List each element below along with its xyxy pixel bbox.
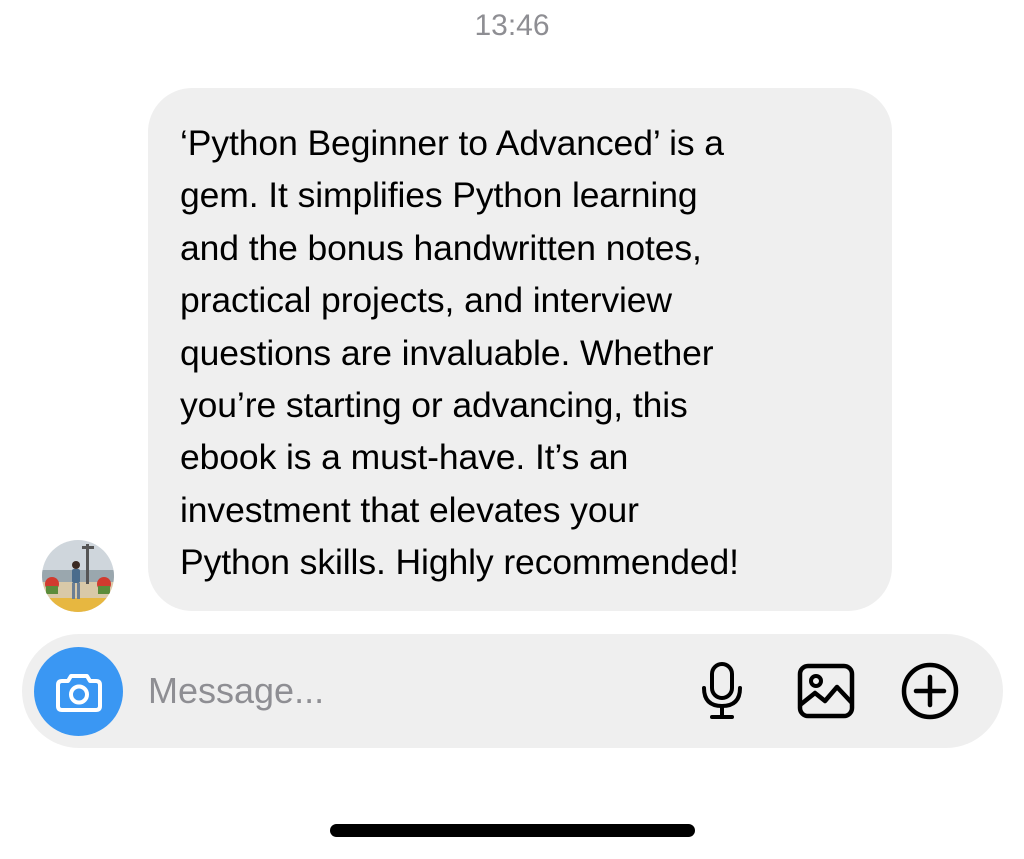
- message-composer: [22, 634, 1003, 748]
- sender-avatar[interactable]: [42, 540, 114, 612]
- message-input[interactable]: [148, 664, 668, 718]
- home-indicator[interactable]: [330, 824, 695, 837]
- camera-button[interactable]: [34, 647, 123, 736]
- message-text: ‘Python Beginner to Advanced’ is a gem. …: [180, 123, 739, 583]
- microphone-icon: [702, 662, 742, 719]
- received-message-bubble[interactable]: ‘Python Beginner to Advanced’ is a gem. …: [148, 88, 892, 611]
- profile-photo-icon: [42, 540, 114, 612]
- voice-message-button[interactable]: [690, 659, 754, 723]
- gallery-button[interactable]: [794, 659, 858, 723]
- plus-circle-icon: [901, 662, 959, 720]
- image-icon: [797, 663, 855, 719]
- message-timestamp: 13:46: [474, 9, 550, 42]
- add-attachment-button[interactable]: [898, 659, 962, 723]
- camera-icon: [55, 673, 102, 712]
